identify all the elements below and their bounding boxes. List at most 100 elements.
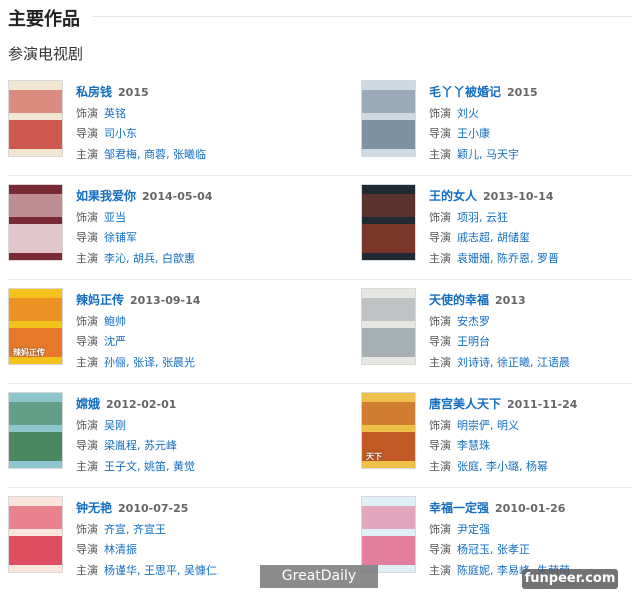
poster-art-bottom [9,224,62,253]
cast-value[interactable]: 颖儿, 马天宇 [457,148,519,161]
cast-value[interactable]: 刘诗诗, 徐正曦, 江语晨 [457,356,570,369]
cast-label: 主演 [76,147,98,161]
poster-art-bottom [362,224,415,253]
cast-label: 主演 [429,355,451,369]
greatdaily-watermark: GreatDaily [260,565,378,588]
section-title: 主要作品 [8,9,80,30]
work-title-link[interactable]: 钟无艳 [76,501,112,515]
work-card: 私房钱 2015 饰演 英铭 导演 司小东 主演 邹君梅, 商蓉, 张曦临 [8,72,361,176]
cast-value[interactable]: 张庭, 李小璐, 杨幂 [457,460,548,473]
works-grid: 私房钱 2015 饰演 英铭 导演 司小东 主演 邹君梅, 商蓉, 张曦临 毛丫丫被婚记… [8,72,632,592]
poster-thumbnail[interactable]: 辣妈正传 [8,288,63,365]
director-label: 导演 [429,231,451,244]
work-title-link[interactable]: 幸福一定强 [429,501,489,515]
director-value[interactable]: 戚志超, 胡储玺 [457,231,530,244]
work-title-link[interactable]: 唐宫美人天下 [429,397,501,411]
cast-label: 主演 [429,459,451,473]
section-divider [92,16,632,17]
work-card: 嫦娥 2012-02-01 饰演 吴刚 导演 梁胤程, 苏元峰 主演 王子文, 姚笛, … [8,384,361,488]
poster-art-top [9,402,62,425]
role-label: 饰演 [76,522,98,536]
work-title-link[interactable]: 辣妈正传 [76,293,124,307]
poster-thumbnail[interactable] [8,496,63,573]
work-date: 2012-02-01 [106,398,177,411]
role-label: 饰演 [429,418,451,432]
role-value[interactable]: 明崇俨, 明义 [457,419,519,432]
work-title-link[interactable]: 天使的幸福 [429,293,489,307]
poster-thumbnail[interactable] [361,80,416,157]
director-value[interactable]: 梁胤程, 苏元峰 [104,439,177,452]
cast-value[interactable]: 王子文, 姚笛, 黄觉 [104,460,195,473]
work-date: 2015 [507,86,538,99]
poster-art-bottom [362,328,415,357]
role-value[interactable]: 齐宣, 齐宣王 [104,523,166,536]
cast-label: 主演 [76,355,98,369]
cast-value[interactable]: 杨谨华, 王思平, 吴慷仁 [104,564,217,577]
role-value[interactable]: 安杰罗 [457,315,490,328]
role-value[interactable]: 项羽, 云狂 [457,211,508,224]
poster-art-top [9,298,62,321]
work-card: 天使的幸福 2013 饰演 安杰罗 导演 王明台 主演 刘诗诗, 徐正曦, 江语晨 [361,280,632,384]
poster-thumbnail[interactable] [8,392,63,469]
cast-label: 主演 [429,563,451,577]
director-label: 导演 [76,335,98,348]
role-label: 饰演 [429,210,451,224]
work-title-link[interactable]: 王的女人 [429,189,477,203]
work-title-link[interactable]: 嫦娥 [76,397,100,411]
role-label: 饰演 [429,522,451,536]
director-value[interactable]: 杨冠玉, 张孝正 [457,543,530,556]
director-value[interactable]: 林清振 [104,543,137,556]
poster-art-top [9,194,62,217]
role-value[interactable]: 吴刚 [104,419,126,432]
poster-thumbnail[interactable] [361,288,416,365]
director-value[interactable]: 王明台 [457,335,490,348]
director-label: 导演 [429,543,451,556]
cast-label: 主演 [76,459,98,473]
work-title-link[interactable]: 如果我爱你 [76,189,136,203]
poster-thumbnail[interactable] [8,184,63,261]
role-value[interactable]: 尹定强 [457,523,490,536]
work-card: 毛丫丫被婚记 2015 饰演 刘火 导演 王小康 主演 颖儿, 马天宇 [361,72,632,176]
role-value[interactable]: 鲍帅 [104,315,126,328]
poster-art-top [362,298,415,321]
director-value[interactable]: 司小东 [104,127,137,140]
director-value[interactable]: 李慧珠 [457,439,490,452]
role-value[interactable]: 刘火 [457,107,479,120]
poster-caption: 天下 [366,452,382,461]
role-value[interactable]: 亚当 [104,211,126,224]
poster-art-top [362,194,415,217]
poster-thumbnail[interactable] [361,184,416,261]
role-value[interactable]: 英铭 [104,107,126,120]
work-title-link[interactable]: 毛丫丫被婚记 [429,85,501,99]
cast-label: 主演 [76,563,98,577]
work-date: 2011-11-24 [507,398,578,411]
poster-thumbnail[interactable] [361,496,416,573]
poster-art-bottom [9,120,62,149]
work-date: 2013-09-14 [130,294,201,307]
role-label: 饰演 [429,106,451,120]
role-label: 饰演 [76,418,98,432]
role-label: 饰演 [76,210,98,224]
cast-value[interactable]: 袁姗姗, 陈乔恩, 罗晋 [457,252,559,265]
poster-art-top [9,506,62,529]
work-date: 2014-05-04 [142,190,213,203]
role-label: 饰演 [76,314,98,328]
cast-value[interactable]: 孙俪, 张译, 张晨光 [104,356,195,369]
work-title-link[interactable]: 私房钱 [76,85,112,99]
poster-art-bottom [362,536,415,565]
role-label: 饰演 [76,106,98,120]
poster-thumbnail[interactable] [8,80,63,157]
cast-value[interactable]: 邹君梅, 商蓉, 张曦临 [104,148,206,161]
work-date: 2010-07-25 [118,502,189,515]
director-label: 导演 [429,439,451,452]
director-label: 导演 [76,231,98,244]
director-value[interactable]: 沈严 [104,335,126,348]
poster-thumbnail[interactable]: 天下 [361,392,416,469]
director-value[interactable]: 王小康 [457,127,490,140]
director-label: 导演 [429,335,451,348]
work-card: 如果我爱你 2014-05-04 饰演 亚当 导演 徐铺军 主演 李沁, 胡兵, 白歆惠 [8,176,361,280]
poster-art-top [362,506,415,529]
director-label: 导演 [76,543,98,556]
director-value[interactable]: 徐铺军 [104,231,137,244]
cast-value[interactable]: 李沁, 胡兵, 白歆惠 [104,252,195,265]
